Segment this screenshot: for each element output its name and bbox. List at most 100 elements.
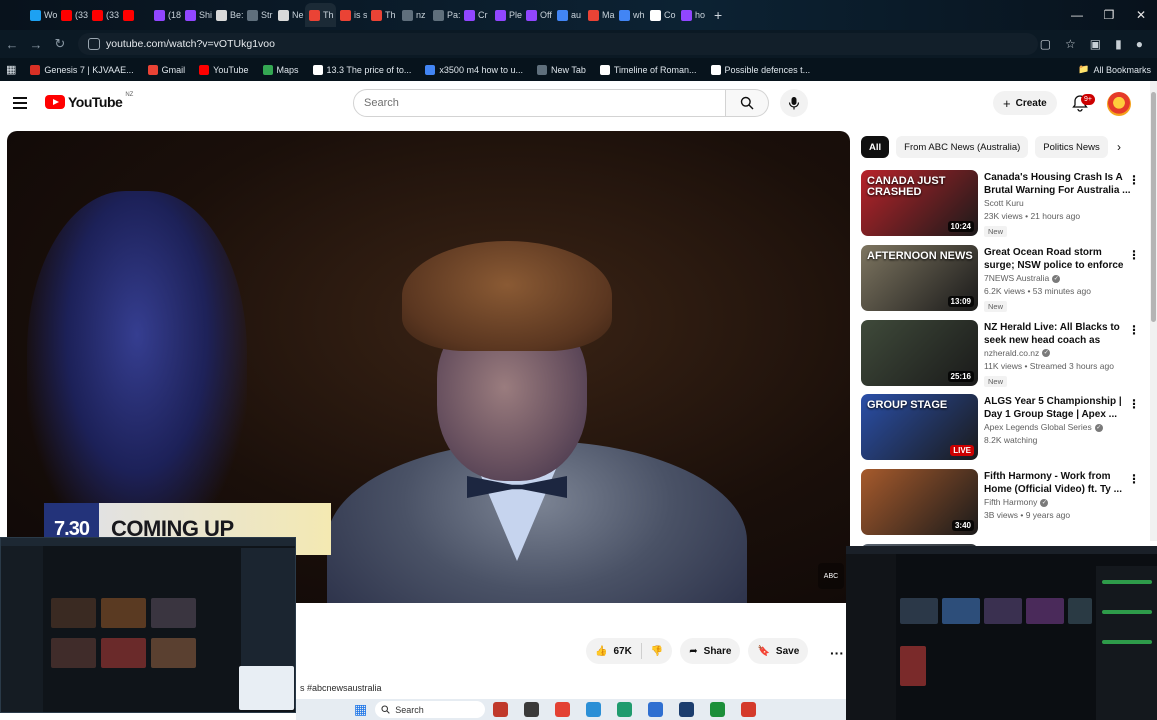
filter-chip[interactable]: Politics News bbox=[1035, 136, 1108, 158]
menu-icon[interactable] bbox=[13, 97, 27, 109]
overlay-window-left[interactable] bbox=[0, 537, 296, 713]
bookmark-star-icon[interactable]: ☆ bbox=[1065, 37, 1076, 51]
overlay-window-right[interactable] bbox=[846, 546, 1157, 720]
bookmark-item[interactable]: Gmail bbox=[147, 64, 185, 75]
browser-tab[interactable]: Cr bbox=[460, 3, 491, 27]
filter-chip[interactable]: All bbox=[861, 136, 890, 158]
create-button[interactable]: + Create bbox=[993, 91, 1057, 115]
more-options-icon[interactable]: ⋮ bbox=[1128, 472, 1140, 486]
browser-tab[interactable]: (18 bbox=[150, 3, 181, 27]
filter-chip[interactable]: From ABC News (Australia) bbox=[896, 136, 1029, 158]
browser-tab[interactable]: Th bbox=[305, 3, 336, 27]
browser-tab[interactable] bbox=[119, 3, 150, 27]
bookmark-item[interactable]: 13.3 The price of to... bbox=[312, 64, 411, 75]
all-bookmarks-button[interactable]: 📁 All Bookmarks bbox=[1078, 58, 1151, 81]
site-info-icon[interactable] bbox=[88, 38, 100, 50]
channel-name[interactable]: Scott Kuru bbox=[984, 197, 1134, 210]
address-bar[interactable]: youtube.com/watch?v=vOTUkg1voo bbox=[78, 33, 1038, 55]
taskbar-app-icon[interactable] bbox=[741, 702, 757, 717]
browser-tab[interactable]: Ma bbox=[584, 3, 615, 27]
bookmark-item[interactable]: Possible defences t... bbox=[710, 64, 810, 75]
description-hashtag[interactable]: s #abcnewsaustralia bbox=[300, 683, 382, 693]
related-video-item[interactable]: GROUP STAGE LIVE ALGS Year 5 Championship … bbox=[861, 394, 1144, 469]
profile-icon[interactable]: ● bbox=[1136, 37, 1143, 51]
more-actions-icon[interactable]: ··· bbox=[830, 645, 844, 661]
forward-icon[interactable]: → bbox=[24, 37, 48, 52]
video-title[interactable]: Fifth Harmony - Work from Home (Official… bbox=[984, 470, 1134, 496]
restore-icon[interactable]: ❐ bbox=[1093, 0, 1125, 30]
video-thumbnail[interactable]: 25:16 bbox=[861, 319, 978, 386]
browser-tab[interactable]: (33 bbox=[88, 3, 119, 27]
bookmark-item[interactable]: Timeline of Roman... bbox=[599, 64, 697, 75]
taskbar-app-icon[interactable] bbox=[648, 702, 664, 717]
browser-tab[interactable]: au bbox=[553, 3, 584, 27]
taskbar-search[interactable]: Search bbox=[375, 701, 486, 718]
apps-grid-icon[interactable]: ▦ bbox=[6, 63, 16, 76]
related-video-item[interactable]: 3:40 Fifth Harmony - Work from Home (Offi… bbox=[861, 469, 1144, 544]
back-icon[interactable]: ← bbox=[0, 37, 24, 52]
taskbar-app-icon[interactable] bbox=[617, 702, 633, 717]
browser-tab[interactable]: Ple bbox=[491, 3, 522, 27]
like-button[interactable]: 👍 67K bbox=[586, 638, 641, 664]
taskbar-app-icon[interactable] bbox=[586, 702, 602, 717]
browser-tab[interactable]: Str bbox=[243, 3, 274, 27]
browser-tab[interactable]: wh bbox=[615, 3, 646, 27]
install-app-icon[interactable]: ▢ bbox=[1040, 37, 1051, 51]
channel-name[interactable]: Apex Legends Global Series ✓ bbox=[984, 421, 1134, 434]
reload-icon[interactable]: ↻ bbox=[48, 36, 72, 52]
browser-tab[interactable]: Co bbox=[646, 3, 677, 27]
browser-tab[interactable]: is s bbox=[336, 3, 367, 27]
related-video-item[interactable]: CANADA JUST CRASHED 10:24 Canada's Housing… bbox=[861, 170, 1144, 245]
related-video-item[interactable]: AFTERNOON NEWS 13:09 Great Ocean Road stor… bbox=[861, 244, 1144, 320]
browser-tab[interactable]: Off bbox=[522, 3, 553, 27]
video-title[interactable]: Canada's Housing Crash Is A Brutal Warni… bbox=[984, 171, 1134, 197]
windows-start-icon[interactable]: ▦ bbox=[354, 701, 367, 718]
close-icon[interactable]: ✕ bbox=[1125, 0, 1157, 30]
related-video-item[interactable]: 25:16 NZ Herald Live: All Blacks to seek … bbox=[861, 319, 1144, 395]
video-title[interactable]: Great Ocean Road storm surge; NSW police… bbox=[984, 246, 1134, 272]
account-avatar[interactable] bbox=[1107, 92, 1131, 116]
search-input[interactable] bbox=[353, 89, 726, 117]
video-thumbnail[interactable]: 3:40 bbox=[861, 469, 978, 536]
bookmark-item[interactable]: New Tab bbox=[536, 64, 586, 75]
bookmark-item[interactable]: Genesis 7 | KJVAAE... bbox=[30, 64, 134, 75]
taskbar-app-icon[interactable] bbox=[524, 702, 540, 717]
taskbar-app-icon[interactable] bbox=[710, 702, 726, 717]
more-options-icon[interactable]: ⋮ bbox=[1128, 397, 1140, 411]
browser-tab[interactable]: Shi bbox=[181, 3, 212, 27]
share-button[interactable]: ➦ Share bbox=[680, 638, 741, 664]
more-options-icon[interactable]: ⋮ bbox=[1128, 173, 1140, 187]
chevron-right-icon[interactable]: › bbox=[1117, 140, 1121, 154]
channel-name[interactable]: nzherald.co.nz ✓ bbox=[984, 347, 1134, 360]
minimize-icon[interactable]: — bbox=[1061, 0, 1093, 30]
taskbar-app-icon[interactable] bbox=[493, 702, 509, 717]
search-button[interactable] bbox=[726, 89, 769, 117]
scrollbar-thumb[interactable] bbox=[1151, 92, 1156, 322]
bookmark-item[interactable]: Maps bbox=[262, 64, 299, 75]
channel-name[interactable]: 7NEWS Australia ✓ bbox=[984, 272, 1134, 285]
youtube-logo[interactable]: YouTube NZ bbox=[45, 92, 133, 110]
new-tab-button[interactable]: + bbox=[714, 7, 722, 23]
sidebar-icon[interactable]: ▮ bbox=[1115, 37, 1122, 51]
voice-search-button[interactable] bbox=[780, 89, 808, 117]
browser-tab[interactable]: Pa: bbox=[429, 3, 460, 27]
taskbar-app-icon[interactable] bbox=[679, 702, 695, 717]
bookmark-item[interactable]: YouTube bbox=[199, 64, 249, 75]
video-title[interactable]: ALGS Year 5 Championship | Day 1 Group S… bbox=[984, 395, 1134, 421]
save-button[interactable]: 🔖 Save bbox=[748, 638, 809, 664]
browser-tab[interactable]: Be: bbox=[212, 3, 243, 27]
video-thumbnail[interactable]: CANADA JUST CRASHED 10:24 bbox=[861, 170, 978, 236]
more-options-icon[interactable]: ⋮ bbox=[1128, 248, 1140, 262]
extensions-icon[interactable]: ▣ bbox=[1090, 37, 1101, 51]
browser-tab[interactable]: ho bbox=[677, 3, 708, 27]
channel-name[interactable]: Fifth Harmony ✓ bbox=[984, 496, 1134, 509]
browser-tab[interactable]: Wo bbox=[26, 3, 57, 27]
more-options-icon[interactable]: ⋮ bbox=[1128, 323, 1140, 337]
video-thumbnail[interactable]: AFTERNOON NEWS 13:09 bbox=[861, 244, 978, 311]
taskbar-app-icon[interactable] bbox=[555, 702, 571, 717]
dislike-button[interactable]: 👎 bbox=[642, 638, 672, 664]
video-title[interactable]: NZ Herald Live: All Blacks to seek new h… bbox=[984, 321, 1134, 347]
video-thumbnail[interactable]: GROUP STAGE LIVE bbox=[861, 394, 978, 461]
browser-tab[interactable]: (33 bbox=[57, 3, 88, 27]
bookmark-item[interactable]: x3500 m4 how to u... bbox=[425, 64, 523, 75]
